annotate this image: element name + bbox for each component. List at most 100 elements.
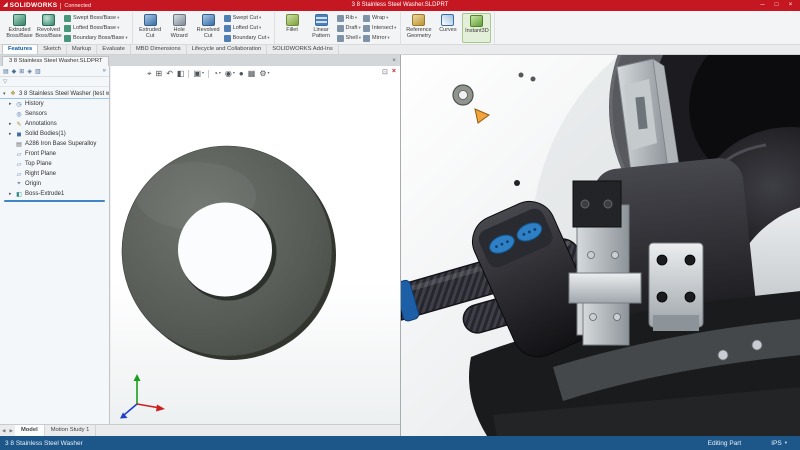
tab-lifecycle-collaboration[interactable]: Lifecycle and Collaboration [187, 45, 268, 55]
featuremanager-tab-icon[interactable]: ▤ [3, 68, 9, 75]
tab-sketch[interactable]: Sketch [38, 45, 67, 55]
dropdown-caret-icon [124, 35, 127, 41]
section-view-icon[interactable]: ◧ [177, 69, 185, 79]
tree-item-boss-extrude1[interactable]: ◧ Boss-Extrude1 [0, 189, 109, 199]
document-close-icon[interactable]: × [392, 55, 396, 66]
apply-scene-icon[interactable]: ▦ [248, 69, 256, 79]
linear-pattern-icon [315, 14, 328, 26]
tree-item-top-plane[interactable]: ▱ Top Plane [0, 159, 109, 169]
tab-scroll-right-icon[interactable]: ▶ [7, 428, 14, 434]
solidworks-logo-icon: ◢ [3, 0, 8, 11]
maximize-button[interactable]: □ [770, 0, 783, 11]
tree-root-part[interactable]: ❖ 3 8 Stainless Steel Washer (test washe… [0, 89, 109, 99]
graphics-viewport[interactable]: ⌖ ⊞ ↶ ◧ ▣ ◔ ◉ ● ▦ ⚙ ⊡ × [111, 66, 400, 424]
tab-scroll-left-icon[interactable]: ◀ [0, 428, 7, 434]
tree-filter-row: ▽ [0, 77, 109, 87]
lofted-cut-button[interactable]: Lofted Cut [224, 24, 270, 33]
render-preview-window[interactable] [400, 55, 800, 436]
tree-item-right-plane[interactable]: ▱ Right Plane [0, 169, 109, 179]
view-settings-icon[interactable]: ⚙ [259, 68, 269, 79]
wrap-button[interactable]: Wrap [363, 14, 396, 23]
swept-boss-base-button[interactable]: Swept Boss/Base [64, 14, 128, 23]
tree-item-solid-bodies[interactable]: ◼ Solid Bodies(1) [0, 129, 109, 139]
tab-solidworks-add-ins[interactable]: SOLIDWORKS Add-Ins [267, 45, 339, 55]
tree-item-material[interactable]: ▤ A286 Iron Base Superalloy [0, 139, 109, 149]
status-document-name: 3 8 Stainless Steel Washer [5, 440, 83, 447]
button-label: Extruded Boss/Base [5, 27, 34, 39]
model-tab-bar: ◀ ▶ Model Motion Study 1 [0, 424, 400, 436]
boundary-cut-icon [224, 35, 231, 42]
view-orientation-icon[interactable]: ▣ [193, 68, 204, 79]
reference-geometry-button[interactable]: Reference Geometry [404, 13, 433, 43]
separator [188, 70, 189, 78]
zoom-fit-icon[interactable]: ⌖ [147, 69, 152, 79]
document-tab[interactable]: 3 8 Stainless Steel Washer.SLDPRT [2, 56, 109, 67]
tab-model[interactable]: Model [15, 425, 45, 436]
washer-model-render [111, 66, 400, 424]
dimxpertmanager-tab-icon[interactable]: ◈ [27, 68, 32, 75]
restore-window-icon[interactable]: ⊡ [382, 68, 388, 76]
tab-markup[interactable]: Markup [67, 45, 97, 55]
units-caret-icon[interactable]: ▾ [785, 440, 787, 446]
panel-flyout-icon[interactable]: » [103, 68, 106, 74]
previous-view-icon[interactable]: ↶ [166, 69, 173, 79]
status-units[interactable]: IPS [771, 440, 781, 447]
boundary-cut-button[interactable]: Boundary Cut [224, 34, 270, 43]
plane-icon: ▱ [15, 151, 23, 158]
reference-triad [120, 374, 165, 419]
dropdown-caret-icon [393, 25, 396, 31]
tree-item-annotations[interactable]: ✎ Annotations [0, 119, 109, 129]
mirror-button[interactable]: Mirror [363, 34, 396, 43]
tab-mbd-dimensions[interactable]: MBD Dimensions [131, 45, 187, 55]
displaymanager-tab-icon[interactable]: ▥ [35, 68, 41, 75]
tree-item-history[interactable]: ◷ History [0, 99, 109, 109]
title-bar: ◢ SOLIDWORKS Connected 3 8 Stainless Ste… [0, 0, 800, 11]
tab-features[interactable]: Features [2, 44, 38, 55]
status-bar: 3 8 Stainless Steel Washer Editing Part … [0, 436, 800, 450]
filter-icon[interactable]: ▽ [3, 79, 7, 85]
boss-extrude-icon: ◧ [15, 191, 23, 198]
command-manager-tabs: Features Sketch Markup Evaluate MBD Dime… [0, 45, 800, 55]
swept-cut-button[interactable]: Swept Cut [224, 14, 270, 23]
hide-show-items-icon[interactable]: ◉ [225, 68, 235, 79]
minimize-button[interactable]: ─ [756, 0, 769, 11]
wrap-icon [363, 15, 370, 22]
zoom-area-icon[interactable]: ⊞ [156, 69, 163, 79]
extruded-cut-button[interactable]: Extruded Cut [136, 13, 165, 43]
close-window-icon[interactable]: × [392, 68, 396, 76]
configurationmanager-tab-icon[interactable]: ⊞ [19, 68, 24, 75]
separator [208, 70, 209, 78]
tree-item-origin[interactable]: ⌖ Origin [0, 179, 109, 189]
display-style-icon[interactable]: ◔ [213, 68, 221, 79]
tab-evaluate[interactable]: Evaluate [97, 45, 131, 55]
revolved-cut-button[interactable]: Revolved Cut [194, 13, 223, 43]
history-icon: ◷ [15, 101, 23, 108]
boss-base-group: Extruded Boss/Base Revolved Boss/Base Sw… [2, 12, 133, 44]
fillet-button[interactable]: Fillet [278, 13, 307, 43]
shell-button[interactable]: Shell [337, 34, 362, 43]
tree-item-front-plane[interactable]: ▱ Front Plane [0, 149, 109, 159]
lofted-boss-base-button[interactable]: Lofted Boss/Base [64, 24, 128, 33]
instant3d-button[interactable]: Instant3D [462, 13, 491, 43]
boundary-boss-base-button[interactable]: Boundary Boss/Base [64, 34, 128, 43]
curves-button[interactable]: Curves [433, 13, 462, 43]
command-manager-ribbon: Extruded Boss/Base Revolved Boss/Base Sw… [0, 11, 800, 45]
propertymanager-tab-icon[interactable]: ◆ [12, 68, 17, 75]
tree-item-sensors[interactable]: ◎ Sensors [0, 109, 109, 119]
rib-button[interactable]: Rib [337, 14, 362, 23]
extruded-boss-base-button[interactable]: Extruded Boss/Base [5, 13, 34, 43]
swept-cut-icon [224, 15, 231, 22]
revolved-boss-base-button[interactable]: Revolved Boss/Base [34, 13, 63, 43]
part-icon: ❖ [9, 90, 17, 97]
fillet-icon [286, 14, 299, 26]
tab-motion-study-1[interactable]: Motion Study 1 [45, 425, 97, 436]
rollback-bar[interactable] [4, 200, 105, 202]
reference-group: Reference Geometry Curves Instant3D [401, 12, 495, 44]
linear-pattern-button[interactable]: Linear Pattern [307, 13, 336, 43]
dropdown-caret-icon [357, 25, 360, 31]
intersect-button[interactable]: Intersect [363, 24, 396, 33]
draft-button[interactable]: Draft [337, 24, 362, 33]
edit-appearance-icon[interactable]: ● [239, 69, 244, 79]
hole-wizard-button[interactable]: Hole Wizard [165, 13, 194, 43]
close-button[interactable]: × [784, 0, 797, 11]
